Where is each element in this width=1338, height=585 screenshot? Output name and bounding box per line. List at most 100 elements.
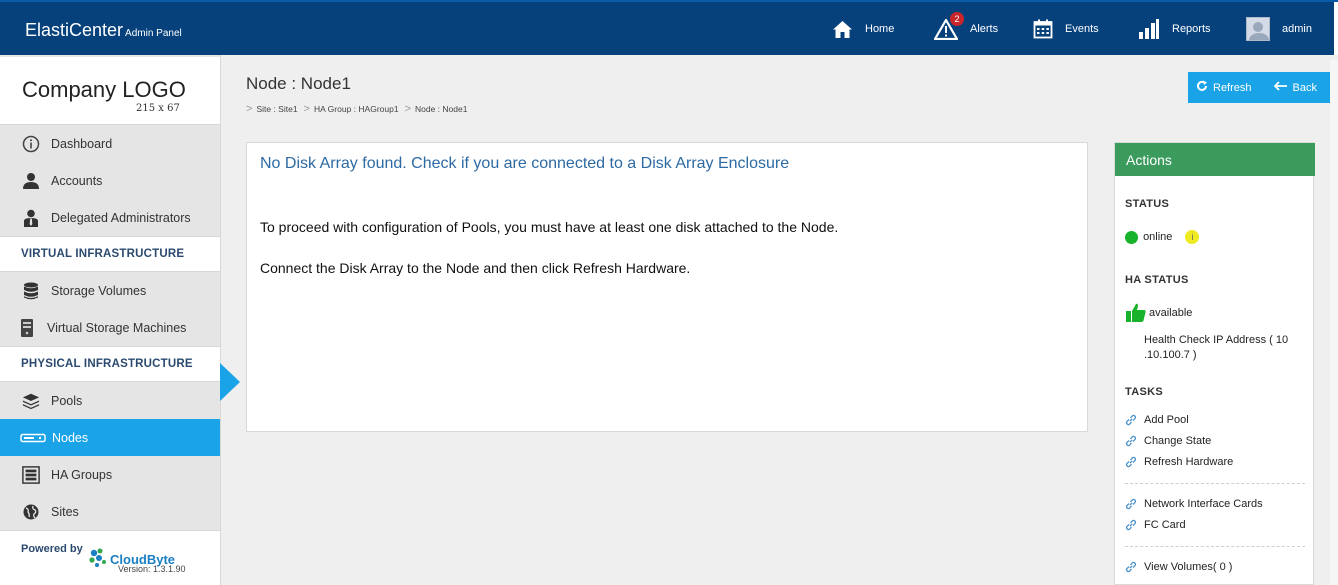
node-icon: [20, 429, 46, 447]
task-label: View Volumes( 0 ): [1144, 561, 1233, 573]
powered-by: Powered by CloudByte Version: 1.3.1.90: [0, 530, 220, 585]
no-disk-array-warning: No Disk Array found. Check if you are co…: [260, 155, 790, 172]
section-physical-infrastructure: PHYSICAL INFRASTRUCTURE: [0, 346, 220, 382]
nav-alerts-label: Alerts: [970, 23, 999, 35]
task-label: Change State: [1144, 435, 1212, 447]
task-label: Network Interface Cards: [1144, 498, 1263, 510]
sidebar-item-storage-volumes[interactable]: Storage Volumes: [0, 272, 220, 309]
cloudbyte-logo-icon: [89, 548, 106, 567]
page-action-bar: Refresh Back: [1188, 72, 1338, 103]
brand-subtitle: Admin Panel: [125, 28, 182, 39]
connect-message: Connect the Disk Array to the Node and t…: [260, 260, 691, 276]
layers-icon: [22, 392, 40, 410]
tasks-heading: TASKS: [1125, 386, 1163, 398]
powered-by-label: Powered by: [21, 543, 83, 555]
task-label: Refresh Hardware: [1144, 456, 1234, 468]
ha-status-value: available: [1149, 307, 1193, 319]
window-edge: [1334, 2, 1338, 55]
task-network-interface-cards[interactable]: Network Interface Cards: [1125, 498, 1263, 510]
task-add-pool[interactable]: Add Pool: [1125, 414, 1189, 426]
section-virtual-infrastructure: VIRTUAL INFRASTRUCTURE: [0, 236, 220, 272]
sidebar-item-label: Sites: [51, 504, 79, 519]
breadcrumb: > Site : Site1 > HA Group : HAGroup1 > N…: [246, 103, 473, 115]
nav-events[interactable]: Events: [1033, 14, 1099, 44]
sidebar-item-delegated-administrators[interactable]: Delegated Administrators: [0, 199, 220, 236]
refresh-button[interactable]: Refresh: [1196, 80, 1252, 95]
chevron-right-icon: >: [404, 103, 411, 115]
brand-name: ElastiCenter: [25, 20, 124, 40]
company-logo[interactable]: Company LOGO 215 x 67: [0, 57, 220, 125]
health-check-ip: Health Check IP Address ( 10 .10.100.7 ): [1144, 333, 1288, 363]
back-label: Back: [1292, 81, 1317, 94]
logo-text: Company LOGO: [22, 77, 186, 102]
status-online-dot-icon: [1125, 230, 1138, 244]
nav-home-label: Home: [865, 23, 895, 35]
ha-status-heading: HA STATUS: [1125, 274, 1189, 286]
divider: [1125, 483, 1305, 484]
nav-reports-label: Reports: [1172, 23, 1211, 35]
user-menu[interactable]: admin: [1246, 14, 1312, 44]
task-label: Add Pool: [1144, 414, 1189, 426]
ha-status-row: available: [1125, 303, 1192, 323]
breadcrumb-site[interactable]: Site : Site1: [256, 104, 297, 114]
sidebar-item-nodes[interactable]: Nodes: [0, 419, 220, 456]
back-button[interactable]: Back: [1273, 81, 1317, 94]
sidebar-item-virtual-storage-machines[interactable]: Virtual Storage Machines: [0, 309, 220, 346]
actions-panel: Actions STATUS online i HA STATUS availa…: [1114, 142, 1315, 585]
sidebar-item-label: Storage Volumes: [51, 283, 147, 298]
breadcrumb-node[interactable]: Node : Node1: [415, 104, 467, 114]
avatar: [1246, 17, 1270, 41]
link-icon: [1125, 456, 1139, 468]
database-icon: [22, 282, 40, 300]
refresh-label: Refresh: [1213, 81, 1252, 94]
nav-home[interactable]: Home: [832, 14, 894, 44]
sidebar: Company LOGO 215 x 67 Dashboard Accounts…: [0, 55, 221, 585]
vertical-scrollbar[interactable]: [1330, 60, 1338, 585]
status-heading: STATUS: [1125, 198, 1170, 210]
sidebar-item-accounts[interactable]: Accounts: [0, 162, 220, 199]
sidebar-item-ha-groups[interactable]: HA Groups: [0, 456, 220, 493]
home-icon: [832, 20, 853, 39]
active-item-arrow: [220, 363, 240, 401]
sidebar-item-sites[interactable]: Sites: [0, 493, 220, 530]
nav-alerts[interactable]: 2 Alerts: [934, 12, 999, 44]
version-text: Version: 1.3.1.90: [118, 564, 186, 574]
ha-group-icon: [22, 465, 40, 484]
task-change-state[interactable]: Change State: [1125, 435, 1211, 447]
chevron-right-icon: >: [303, 103, 310, 115]
admin-icon: [22, 209, 40, 227]
nav-reports[interactable]: Reports: [1138, 14, 1211, 44]
server-icon: [18, 318, 36, 337]
page-title: Node : Node1: [246, 74, 351, 93]
alert-icon: 2: [934, 12, 964, 40]
task-fc-card[interactable]: FC Card: [1125, 519, 1186, 531]
status-row: online i: [1125, 230, 1200, 244]
divider: [1125, 546, 1305, 547]
health-check-line-2: .10.100.7 ): [1144, 349, 1197, 361]
sidebar-item-label: Nodes: [52, 430, 89, 445]
actions-title: Actions: [1115, 143, 1315, 176]
breadcrumb-ha-group[interactable]: HA Group : HAGroup1: [314, 104, 399, 114]
task-view-volumes[interactable]: View Volumes( 0 ): [1125, 561, 1232, 573]
status-value: online: [1143, 230, 1173, 243]
link-icon: [1125, 414, 1139, 426]
dashboard-icon: [22, 135, 40, 153]
content-panel: No Disk Array found. Check if you are co…: [246, 142, 1088, 432]
chevron-right-icon: >: [246, 103, 253, 115]
info-icon[interactable]: i: [1185, 230, 1200, 244]
link-icon: [1125, 561, 1139, 573]
sidebar-item-label: Dashboard: [51, 136, 113, 151]
health-check-line-1: Health Check IP Address ( 10: [1144, 334, 1289, 346]
sidebar-item-pools[interactable]: Pools: [0, 382, 220, 419]
sidebar-item-label: Delegated Administrators: [51, 210, 191, 225]
link-icon: [1125, 519, 1139, 531]
sidebar-item-dashboard[interactable]: Dashboard: [0, 125, 220, 162]
link-icon: [1125, 498, 1139, 510]
brand[interactable]: ElastiCenter Admin Panel: [25, 20, 182, 41]
sidebar-item-label: HA Groups: [51, 467, 113, 482]
task-refresh-hardware[interactable]: Refresh Hardware: [1125, 456, 1233, 468]
task-label: FC Card: [1144, 519, 1186, 531]
nav-events-label: Events: [1065, 23, 1099, 35]
top-navigation-bar: ElastiCenter Admin Panel Home 2 Alerts Ev…: [0, 0, 1338, 55]
sidebar-item-label: Accounts: [51, 173, 103, 188]
